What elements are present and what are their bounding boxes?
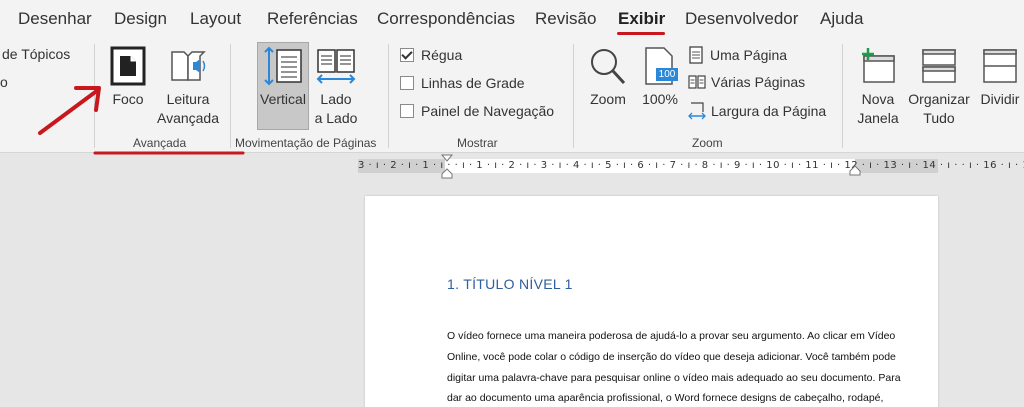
annotation-layer <box>38 86 245 155</box>
red-arrow-shaft <box>38 88 100 135</box>
